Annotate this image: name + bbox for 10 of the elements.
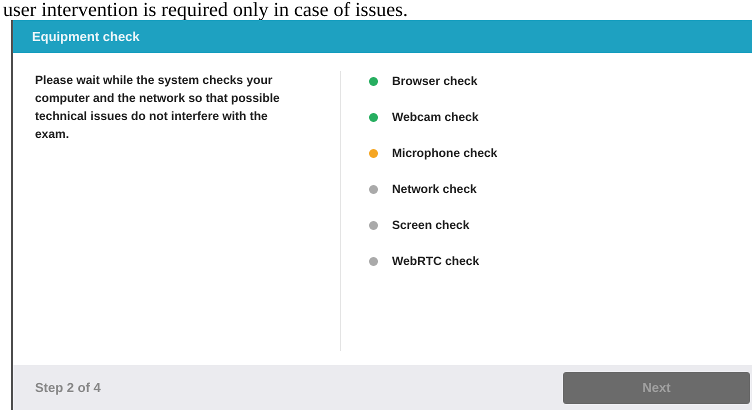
step-indicator: Step 2 of 4 [35, 378, 101, 397]
check-label: Network check [392, 181, 477, 198]
check-label: Browser check [392, 73, 478, 90]
dialog-title: Equipment check [32, 28, 140, 46]
check-label: Screen check [392, 217, 470, 234]
check-label: Webcam check [392, 109, 478, 126]
caption-text: user intervention is required only in case of issues. [3, 0, 408, 20]
description-text: Please wait while the system checks your computer and the network so that possible technical issues do not interfere with the exam. [35, 72, 281, 143]
check-label: WebRTC check [392, 253, 480, 270]
check-label: Microphone check [392, 145, 498, 162]
